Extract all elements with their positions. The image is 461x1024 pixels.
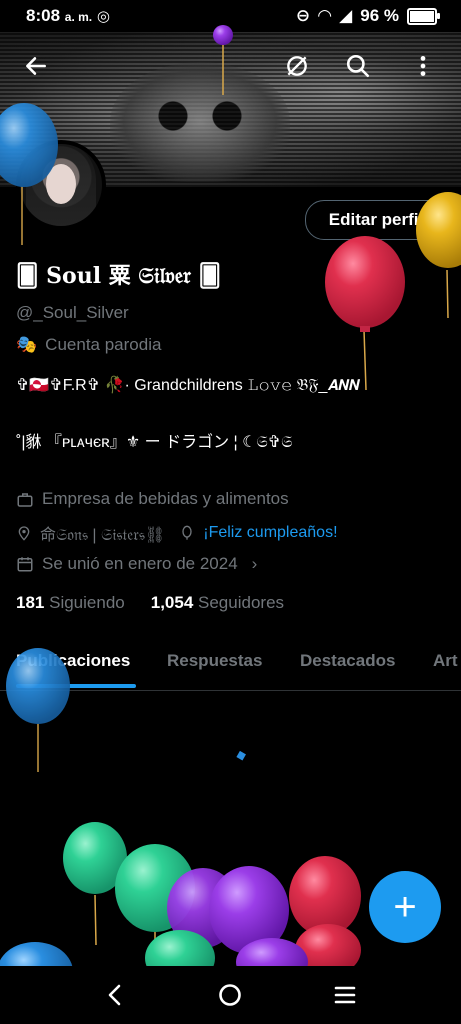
more-vertical-icon <box>420 56 426 76</box>
location-pin-icon <box>18 526 30 541</box>
followers-link[interactable]: 1,054 Seguidores <box>151 593 284 613</box>
whatsapp-icon: ◎ <box>96 8 110 25</box>
balloon-red-bottom <box>289 856 361 976</box>
briefcase-icon <box>17 493 33 507</box>
banner-skull-art <box>110 62 290 182</box>
following-label: Siguiendo <box>49 593 125 612</box>
followers-label: Seguidores <box>198 593 285 612</box>
arrow-left-icon <box>26 57 46 75</box>
balloon-green-mid <box>115 844 195 966</box>
tab-publicaciones[interactable]: Publicaciones <box>16 651 130 671</box>
status-bar: 8:08 a. m. ◎ ⊖ ◠ ◢ 96 % <box>0 0 461 32</box>
category-text: Empresa de bebidas y alimentos <box>42 489 289 508</box>
battery-percent: 96 % <box>360 6 399 25</box>
parody-label: Cuenta parodia <box>45 335 162 354</box>
more-button[interactable] <box>404 47 442 85</box>
balloon-red-middle <box>325 236 405 391</box>
status-icons: ⊖ ◠ ◢ 96 % <box>295 6 440 26</box>
signal-icon: ◢ <box>339 6 353 25</box>
balloon-purple-mid <box>167 868 239 948</box>
wifi-icon: ◠ <box>318 6 332 25</box>
tab-destacados[interactable]: Destacados <box>300 651 395 671</box>
display-name: 🂠 𝐒𝐨𝐮𝐥 粟 𝔖𝔦𝔩𝔳𝔢𝔯 🂠 <box>16 263 222 289</box>
joined-text: Se unió en enero de 2024 <box>42 554 238 573</box>
followers-count: 1,054 <box>150 593 194 612</box>
chevron-left-icon <box>108 984 121 1006</box>
location-row: 命𝔖𝔬𝔫𝔰 | 𝔖𝔦𝔰𝔱𝔢𝔯𝔰⛓ ¡Feliz cumpleaños! <box>16 521 338 545</box>
nav-back-button[interactable] <box>100 980 130 1010</box>
sync-button[interactable] <box>278 47 316 85</box>
nav-recents-button[interactable] <box>330 980 360 1010</box>
tab-respuestas[interactable]: Respuestas <box>167 651 262 671</box>
location-text: 命𝔖𝔬𝔫𝔰 | 𝔖𝔦𝔰𝔱𝔢𝔯𝔰⛓ <box>40 527 166 544</box>
clock-text: 8:08 <box>26 6 61 25</box>
compose-post-button[interactable]: + <box>369 871 441 943</box>
battery-icon <box>407 7 440 25</box>
nav-home-button[interactable] <box>215 980 245 1010</box>
circle-slash-icon <box>287 56 307 76</box>
joined-row[interactable]: Se unió en enero de 2024 › <box>16 554 257 574</box>
bio-line-2: ˚|貅 『ᴘʟᴀчєʀ』⚜ ー ドラゴン ¦ ☾𝔖✞𝔖 <box>16 434 293 451</box>
follow-stats: 181 Siguiendo 1,054 Seguidores <box>16 593 284 613</box>
status-time: 8:08 a. m. ◎ <box>26 6 110 26</box>
avatar[interactable] <box>16 140 106 230</box>
chevron-right-icon: › <box>251 554 258 573</box>
menu-lines-icon <box>334 986 356 1004</box>
calendar-icon <box>17 557 33 572</box>
active-tab-indicator <box>16 684 136 688</box>
home-circle-icon <box>219 984 241 1006</box>
tab-articulos[interactable]: Art <box>433 651 458 671</box>
plus-icon: + <box>393 884 417 929</box>
search-button[interactable] <box>339 47 377 85</box>
bio-line-1: ✞🇬🇱✞F.R✞ 🥀· Grandchildrens 𝙻𝚘𝚟𝚎 𝔅𝔉_𝘼𝙉𝙉 <box>16 377 360 394</box>
mask-icon: 🎭 <box>16 335 38 354</box>
balloon-green-left <box>63 822 127 946</box>
handle: @_Soul_Silver <box>16 303 129 322</box>
following-link[interactable]: 181 Siguiendo <box>16 593 125 613</box>
parody-badge: 🎭 Cuenta parodia <box>16 335 161 355</box>
confetti-piece <box>236 750 246 761</box>
avatar-face <box>46 164 76 204</box>
following-count: 181 <box>16 593 45 612</box>
back-button[interactable] <box>17 47 55 85</box>
data-saver-icon: ⊖ <box>295 6 311 25</box>
edit-profile-button[interactable]: Editar perfil <box>305 200 447 240</box>
ampm-text: a. m. <box>64 10 93 24</box>
birthday-link[interactable]: ¡Feliz cumpleaños! <box>203 524 337 542</box>
balloon-purple-right <box>209 866 289 954</box>
profile-tabs: Publicaciones Respuestas Destacados Art <box>0 640 461 691</box>
balloon-icon <box>182 525 192 540</box>
category-row: Empresa de bebidas y alimentos <box>16 489 289 509</box>
search-icon <box>346 54 370 78</box>
system-navigation-bar <box>0 966 461 1024</box>
